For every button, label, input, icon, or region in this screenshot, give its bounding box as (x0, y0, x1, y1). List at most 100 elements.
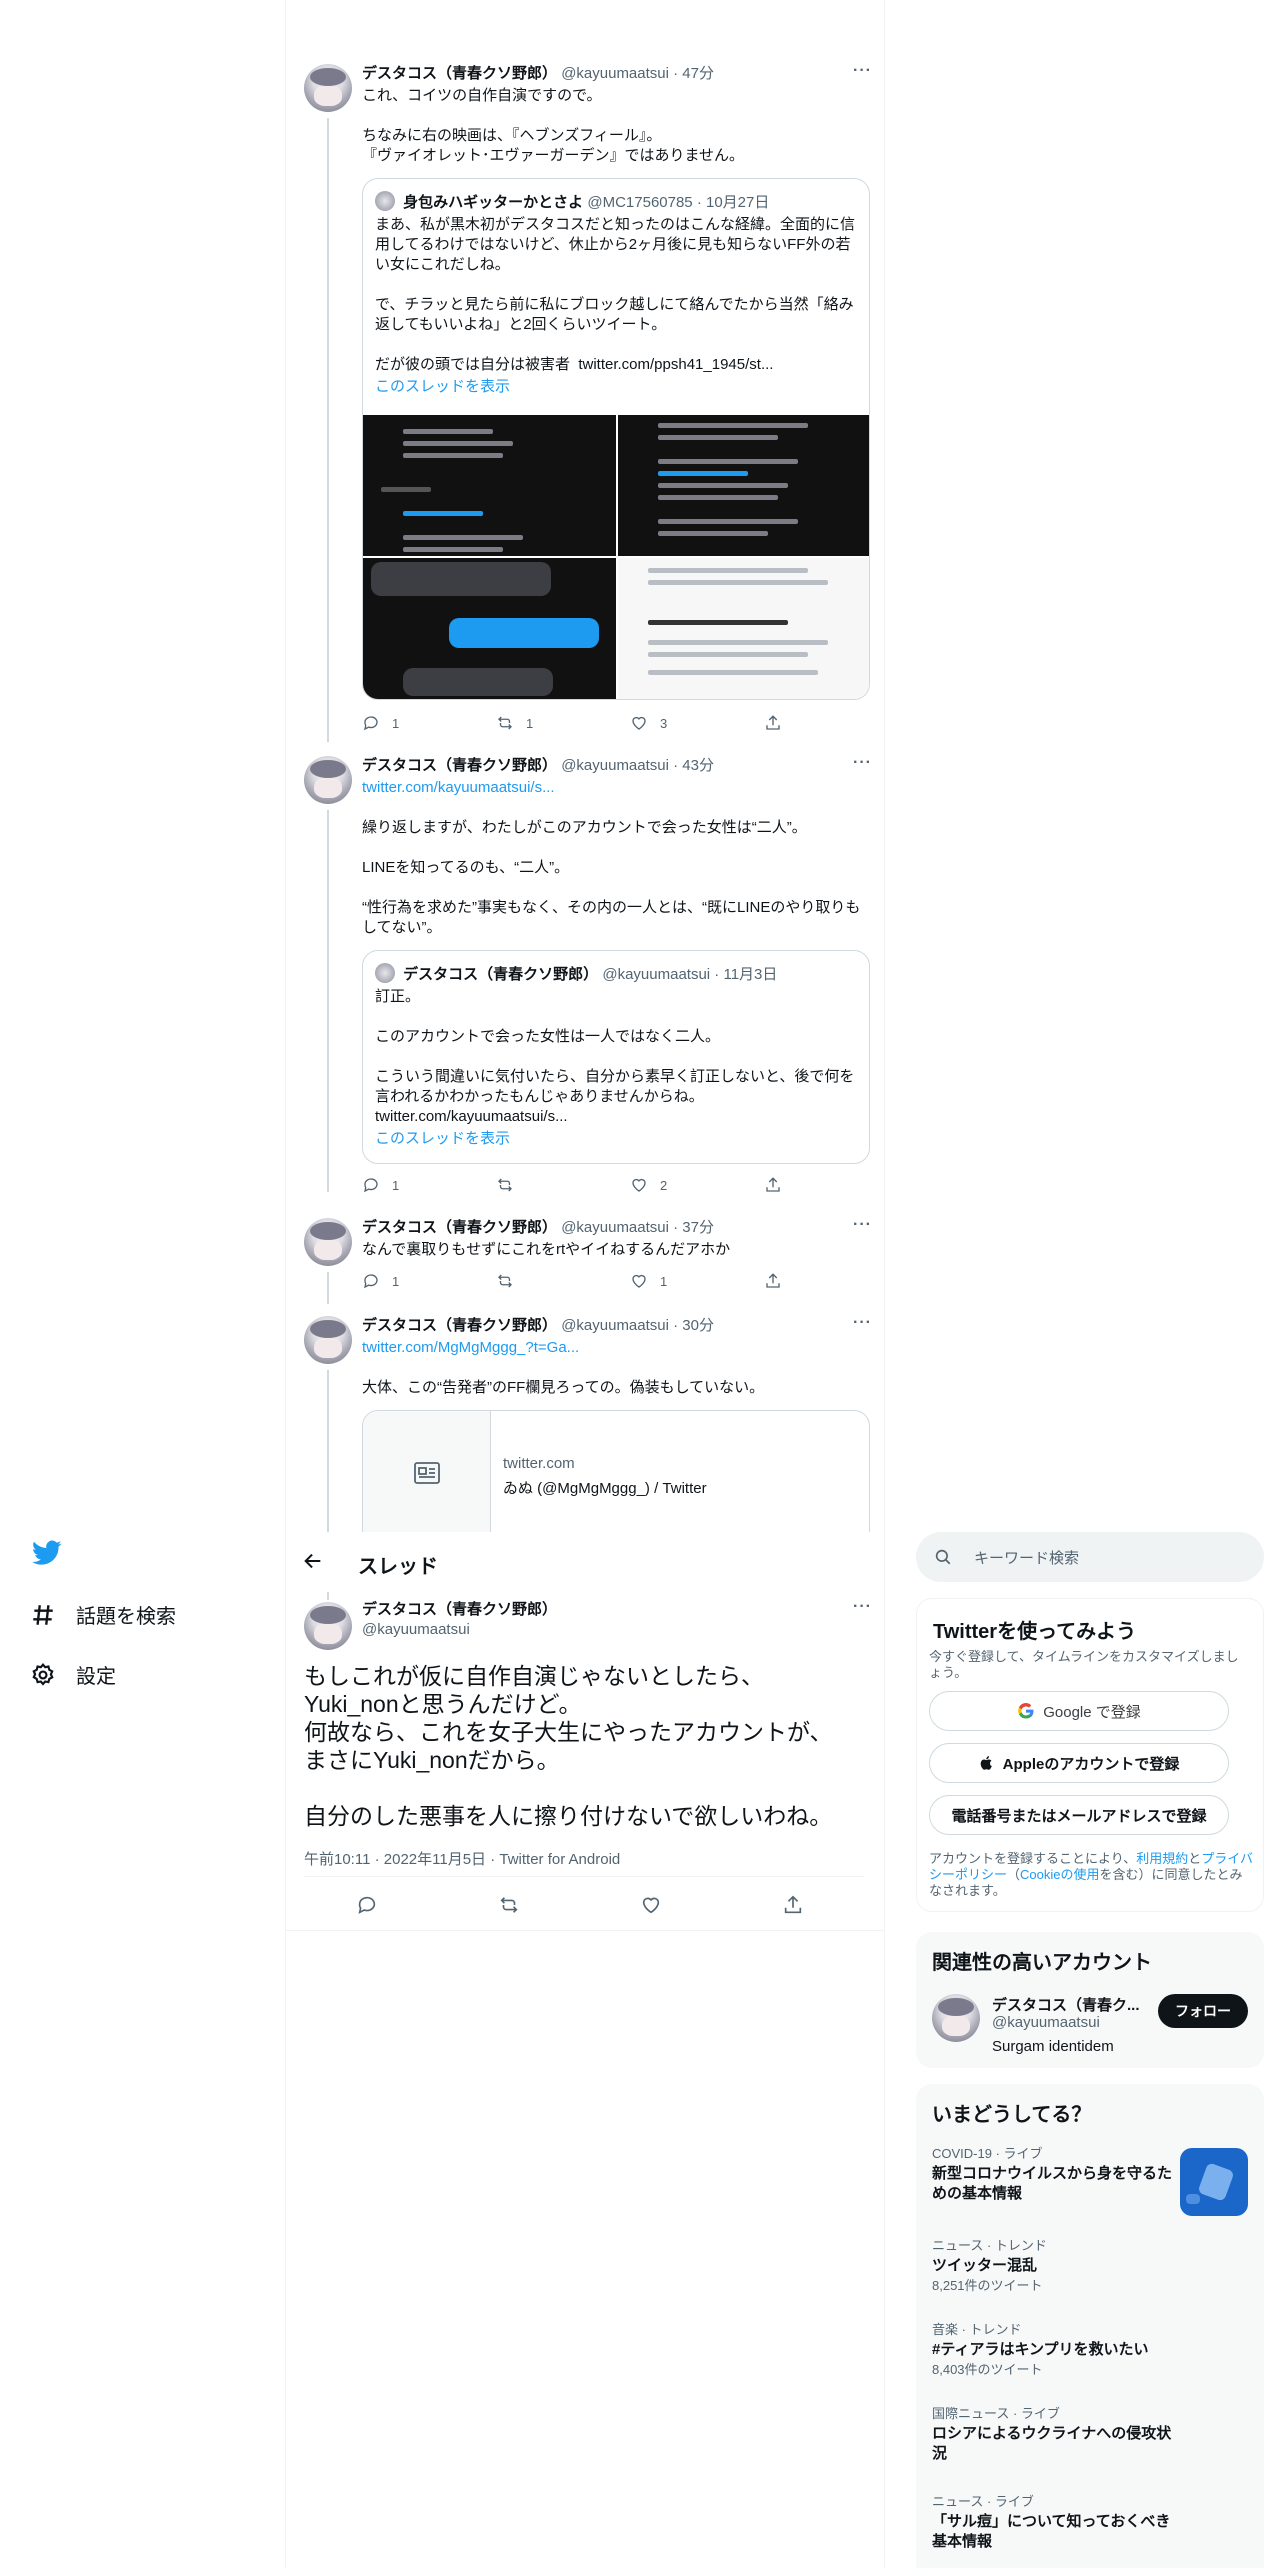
show-thread-link[interactable]: このスレッドを表示 (375, 1129, 859, 1149)
like-count: 3 (660, 715, 668, 731)
nav-explore[interactable]: 話題を検索 (30, 1600, 176, 1629)
related-avatar[interactable] (932, 1994, 980, 2042)
apple-icon (980, 1756, 992, 1770)
reply-icon (358, 1896, 376, 1914)
author-handle[interactable]: @kayuumaatsui · 47分 (561, 65, 714, 82)
like-button[interactable]: 3 (630, 714, 667, 732)
tweet-timestamp[interactable]: 午前10:11 · 2022年11月5日 · Twitter for Andro… (304, 1848, 620, 1869)
author-name[interactable]: デスタコス（青春クソ野郎） (362, 757, 557, 774)
terms-text: と (1188, 1851, 1202, 1866)
reply-button[interactable]: 1 (362, 1176, 399, 1194)
media-image-2[interactable] (618, 415, 869, 556)
quote-text: まあ、私が黒木初がデスタコスだと知ったのはこんな経緯。全面的に信用してるわけでは… (375, 216, 856, 373)
apple-signup-label: Appleのアカウントで登録 (1002, 1755, 1180, 1773)
avatar[interactable] (304, 1602, 352, 1650)
related-handle[interactable]: @kayuumaatsui (992, 2014, 1100, 2031)
like-button[interactable]: 2 (630, 1176, 667, 1194)
retweet-button[interactable] (496, 1176, 526, 1194)
trend-item[interactable]: ニュース · ライブ 「サル痘」について知っておくべき基本情報 (932, 2494, 1172, 2552)
more-icon[interactable]: ··· (853, 1598, 872, 1616)
search-input[interactable]: キーワード検索 (916, 1532, 1264, 1582)
reply-count: 1 (392, 715, 400, 731)
avatar[interactable] (304, 756, 352, 804)
follow-button[interactable]: フォロー (1158, 1994, 1248, 2028)
tweet-link[interactable]: twitter.com/MgMgMggg_?t=Ga... (362, 1338, 872, 1358)
author-name[interactable]: デスタコス（青春クソ野郎） (362, 65, 557, 82)
author-name[interactable]: デスタコス（青春クソ野郎） (362, 1317, 557, 1334)
share-button[interactable] (764, 1176, 782, 1194)
twitter-logo-icon[interactable] (32, 1540, 62, 1571)
author-handle[interactable]: @kayuumaatsui · 37分 (561, 1219, 714, 1236)
share-button[interactable] (764, 714, 782, 732)
terms-text: （ (1007, 1867, 1021, 1882)
quoted-tweet[interactable]: デスタコス（青春クソ野郎） @kayuumaatsui · 11月3日 訂正。 … (362, 950, 870, 1164)
share-button[interactable] (782, 1894, 804, 1921)
apple-signup-button[interactable]: Appleのアカウントで登録 (929, 1743, 1229, 1783)
link-card[interactable]: twitter.com ゐぬ (@MgMgMggg_) / Twitter (362, 1410, 870, 1532)
share-button[interactable] (764, 1272, 782, 1290)
main-tweet-actions (304, 1876, 864, 1932)
quote-author-handle: @MC17560785 · 10月27日 (587, 194, 770, 211)
retweet-button[interactable] (496, 1272, 526, 1290)
terms-text: アカウントを登録することにより、 (929, 1851, 1137, 1866)
trend-meta: ニュース · ライブ (932, 2494, 1034, 2509)
tweet-2[interactable]: デスタコス（青春クソ野郎） @kayuumaatsui · 43分 ··· tw… (286, 752, 884, 1194)
trends-title: いまどうしてる？ (932, 2104, 1092, 2126)
reply-button[interactable]: 1 (362, 1272, 399, 1290)
reply-icon (364, 1274, 378, 1289)
author-handle[interactable]: @kayuumaatsui · 30分 (561, 1317, 714, 1334)
tweet-3[interactable]: デスタコス（青春クソ野郎） @kayuumaatsui · 37分 ··· なん… (286, 1214, 884, 1304)
more-icon[interactable]: ··· (853, 1216, 872, 1234)
show-thread-link[interactable]: このスレッドを表示 (375, 377, 859, 397)
author-name[interactable]: デスタコス（青春クソ野郎） (362, 1600, 557, 1620)
trend-item[interactable]: 音楽 · トレンド #ティアラはキンプリを救いたい 8,403件のツイート (932, 2322, 1212, 2378)
retweet-button[interactable]: 1 (496, 714, 533, 732)
trend-thumbnail[interactable] (1180, 2148, 1248, 2216)
media-image-1[interactable] (363, 415, 616, 556)
related-title: 関連性の高いアカウント (932, 1952, 1152, 1974)
tweet-link[interactable]: twitter.com/kayuumaatsui/s... (362, 778, 872, 798)
like-button[interactable] (640, 1894, 662, 1921)
quote-avatar (375, 191, 395, 211)
author-handle[interactable]: @kayuumaatsui (362, 1620, 470, 1640)
tweet-header: デスタコス（青春クソ野郎） @kayuumaatsui · 43分 (362, 756, 714, 776)
google-signup-button[interactable]: Google で登録 (929, 1691, 1229, 1731)
signup-title: Twitterを使ってみよう (933, 1621, 1137, 1643)
like-button[interactable]: 1 (630, 1272, 667, 1290)
media-grid[interactable] (363, 415, 869, 699)
author-handle[interactable]: @kayuumaatsui · 43分 (561, 757, 714, 774)
thread-header: スレッド (286, 1536, 884, 1592)
share-icon (766, 1177, 780, 1192)
avatar[interactable] (304, 1316, 352, 1364)
trend-item[interactable]: 国際ニュース · ライブ ロシアによるウクライナへの侵攻状況 (932, 2406, 1172, 2464)
more-icon[interactable]: ··· (853, 62, 872, 80)
tweet-1[interactable]: デスタコス（青春クソ野郎） @kayuumaatsui · 47分 ··· これ… (286, 62, 884, 742)
more-icon[interactable]: ··· (853, 754, 872, 772)
author-name[interactable]: デスタコス（青春クソ野郎） (362, 1219, 557, 1236)
tweet-4[interactable]: デスタコス（青春クソ野郎） @kayuumaatsui · 30分 ··· tw… (286, 1312, 884, 1532)
related-name[interactable]: デスタコス（青春ク... (992, 1994, 1142, 2015)
more-icon[interactable]: ··· (853, 1314, 872, 1332)
nav-settings[interactable]: 設定 (30, 1660, 116, 1689)
media-image-3[interactable] (363, 558, 616, 699)
avatar[interactable] (304, 64, 352, 112)
reply-button[interactable]: 1 (362, 714, 399, 732)
reply-button[interactable] (356, 1894, 378, 1921)
thread-connector (327, 1592, 329, 1600)
quoted-tweet[interactable]: 身包みハギッターかとさよ @MC17560785 · 10月27日 まあ、私が黒… (362, 178, 870, 700)
trend-item[interactable]: ニュース · トレンド ツイッター混乱 8,251件のツイート (932, 2238, 1162, 2294)
media-image-4[interactable] (618, 558, 869, 699)
back-arrow-icon[interactable] (302, 1550, 324, 1577)
phone-email-signup-button[interactable]: 電話番号またはメールアドレスで登録 (929, 1795, 1229, 1835)
signup-subtitle: 今すぐ登録して、タイムラインをカスタマイズしましょう。 (929, 1649, 1239, 1680)
tweet-text: これ、コイツの自作自演ですので。 ちなみに右の映画は、『ヘブンズフィール』。 『… (362, 87, 745, 164)
retweet-button[interactable] (498, 1894, 520, 1921)
reply-icon (364, 716, 378, 731)
trend-item[interactable]: COVID-19 · ライブ 新型コロナウイルスから身を守るための基本情報 (932, 2146, 1172, 2204)
avatar[interactable] (304, 1218, 352, 1266)
nav-explore-label: 話題を検索 (76, 1606, 176, 1628)
thread-connector (327, 1272, 329, 1304)
terms-link[interactable]: 利用規約 (1136, 1851, 1188, 1866)
cookie-link[interactable]: Cookieの使用 (1020, 1867, 1099, 1882)
thread-connector (327, 118, 329, 742)
